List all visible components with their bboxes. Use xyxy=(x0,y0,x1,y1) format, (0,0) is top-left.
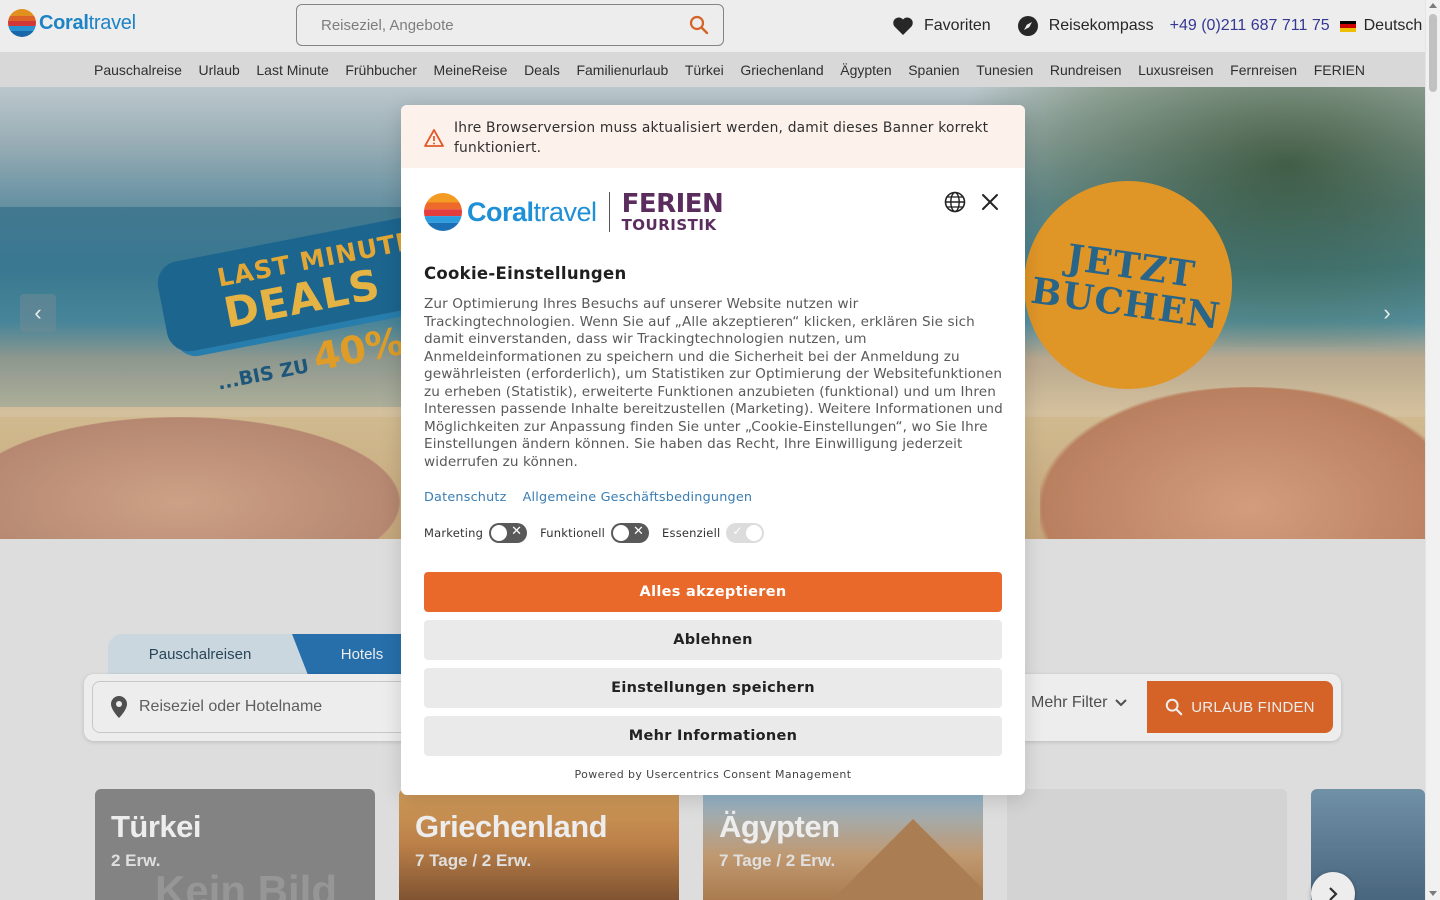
funktionell-toggle[interactable]: ✕ xyxy=(611,523,650,543)
logo-separator xyxy=(608,192,610,232)
modal-header-actions xyxy=(944,191,1000,213)
close-icon[interactable] xyxy=(980,192,1000,212)
modal-logo-text-bold: Coral xyxy=(467,196,534,227)
consent-toggles: Marketing ✕ Funktionell ✕ Essenziell ✓ xyxy=(424,523,777,543)
toggle-on-check-icon: ✓ xyxy=(732,524,743,538)
modal-title: Cookie-Einstellungen xyxy=(424,264,627,283)
toggle-group-marketing: Marketing ✕ xyxy=(424,523,528,543)
globe-icon[interactable] xyxy=(944,191,966,213)
toggle-label-funktionell: Funktionell xyxy=(540,526,606,540)
toggle-off-x-icon: ✕ xyxy=(633,524,645,539)
browser-warning-text: Ihre Browserversion muss aktualisiert we… xyxy=(454,120,989,156)
modal-links: Datenschutz Allgemeine Geschäftsbedingun… xyxy=(424,490,752,505)
ferien-logo-line-1: FERIEN xyxy=(621,189,724,219)
scroll-down-arrow-icon[interactable] xyxy=(1429,891,1437,896)
modal-description: Zur Optimierung Ihres Besuchs auf unsere… xyxy=(424,296,1003,470)
marketing-toggle[interactable]: ✕ xyxy=(489,523,528,543)
page-scrollbar[interactable] xyxy=(1425,0,1440,900)
toggle-group-funktionell: Funktionell ✕ xyxy=(540,523,650,543)
datenschutz-link[interactable]: Datenschutz xyxy=(424,490,507,505)
modal-coraltravel-wordmark: Coraltravel xyxy=(467,197,597,228)
ferien-logo-line-2: TOURISTIK xyxy=(621,216,717,234)
ferien-touristik-logo: FERIEN TOURISTIK xyxy=(622,191,724,233)
scrollbar-thumb[interactable] xyxy=(1429,14,1437,92)
toggle-label-essenziell: Essenziell xyxy=(662,526,721,540)
powered-by-text[interactable]: Powered by Usercentrics Consent Manageme… xyxy=(401,768,1025,781)
more-information-button[interactable]: Mehr Informationen xyxy=(424,716,1002,756)
cookie-consent-modal: Ihre Browserversion muss aktualisiert we… xyxy=(401,105,1025,795)
modal-logo-text-light: travel xyxy=(533,196,598,227)
accept-all-button[interactable]: Alles akzeptieren xyxy=(424,572,1002,612)
toggle-group-essenziell: Essenziell ✓ xyxy=(662,523,765,543)
modal-brand-logos: Coraltravel FERIEN TOURISTIK xyxy=(424,191,724,233)
toggle-off-x-icon: ✕ xyxy=(511,524,523,539)
agb-link[interactable]: Allgemeine Geschäftsbedingungen xyxy=(523,490,753,505)
scroll-up-arrow-icon[interactable] xyxy=(1429,3,1437,8)
warning-icon xyxy=(424,129,444,147)
toggle-label-marketing: Marketing xyxy=(424,526,484,540)
reject-button[interactable]: Ablehnen xyxy=(424,620,1002,660)
coraltravel-logo-icon xyxy=(424,193,462,231)
essenziell-toggle: ✓ xyxy=(726,523,765,543)
save-settings-button[interactable]: Einstellungen speichern xyxy=(424,668,1002,708)
browser-warning-banner: Ihre Browserversion muss aktualisiert we… xyxy=(401,105,1025,168)
